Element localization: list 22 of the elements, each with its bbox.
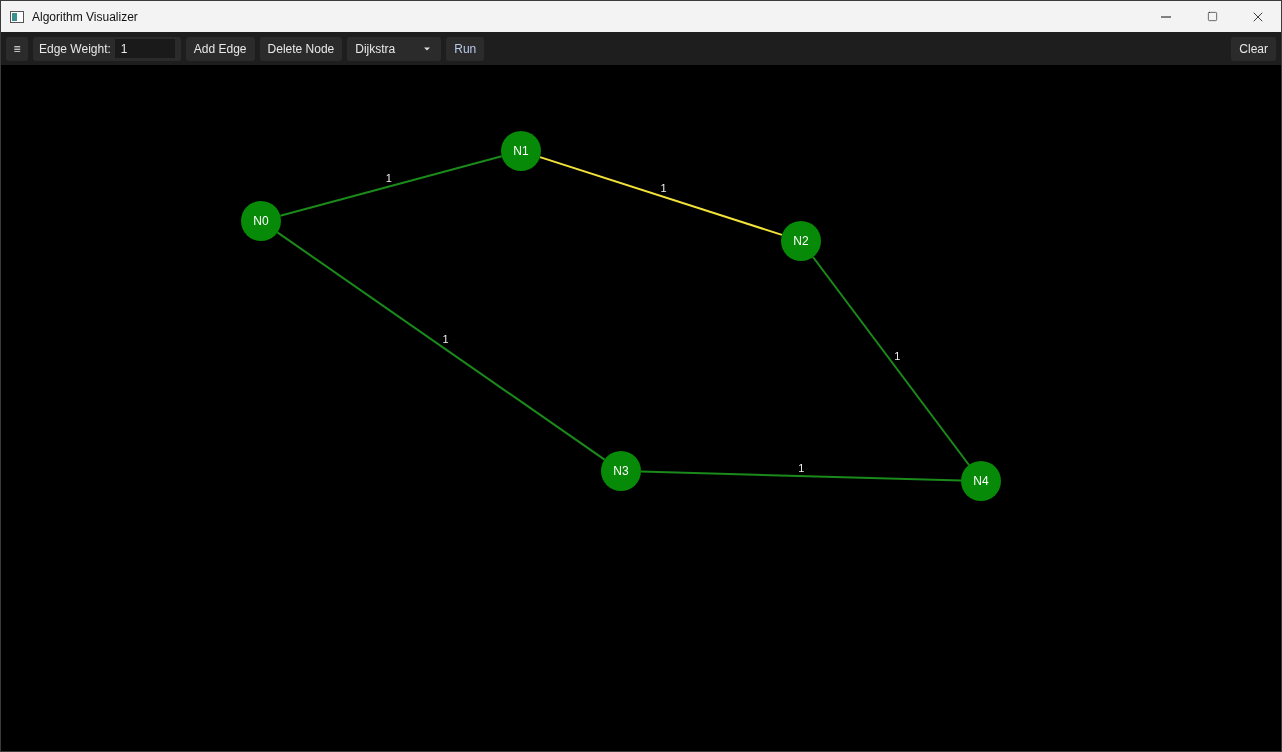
edge-weight: 1: [385, 172, 392, 185]
window-title: Algorithm Visualizer: [32, 8, 138, 26]
maximize-icon: [1206, 11, 1218, 22]
edge-weight: 1: [442, 333, 449, 346]
run-button[interactable]: Run: [446, 36, 485, 61]
app-icon: [10, 10, 24, 23]
edge-weight-field[interactable]: 1: [114, 39, 175, 58]
algorithm-dropdown[interactable]: Dijkstra: [347, 36, 442, 61]
toolbar-button[interactable]: Add Edge: [185, 36, 255, 61]
menu-button[interactable]: ≡: [6, 36, 28, 61]
edge-weight: 1: [798, 462, 805, 474]
graph-node[interactable]: N1: [501, 131, 541, 171]
toolbar-button[interactable]: Delete Node: [259, 36, 343, 61]
edge-weight: 1: [660, 182, 667, 195]
graph-node[interactable]: N4: [961, 461, 1001, 501]
graph-node[interactable]: N0: [241, 201, 281, 241]
minimize-icon: [1161, 15, 1171, 18]
clear-button[interactable]: Clear: [1231, 36, 1276, 61]
graph-node[interactable]: N3: [601, 451, 641, 491]
graph-node[interactable]: N2: [781, 221, 821, 261]
edge-weight: 1: [894, 350, 901, 363]
edge-weight-label: Edge Weight:: [39, 40, 111, 58]
